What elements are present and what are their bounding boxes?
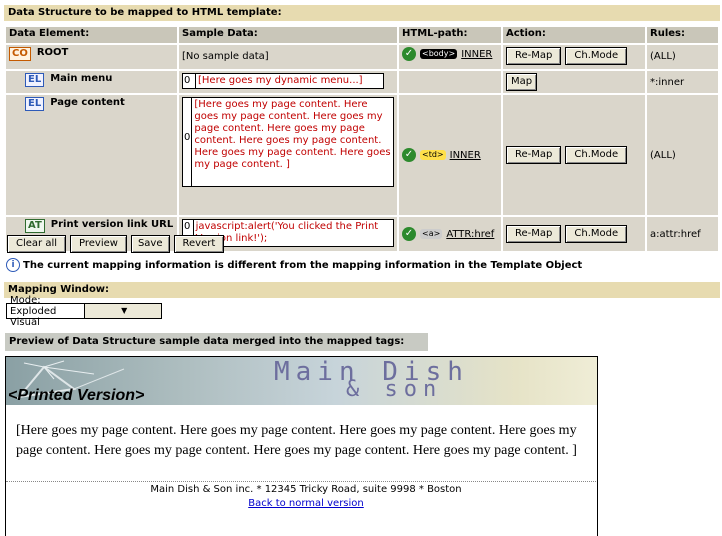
col-header-action: Action:	[503, 27, 645, 43]
action-button-row: Clear all Preview Save Revert	[7, 235, 225, 253]
clear-all-button[interactable]: Clear all	[7, 235, 67, 253]
col-header-sample: Sample Data:	[179, 27, 397, 43]
rules-cell: *:inner	[647, 71, 718, 93]
rules-text: (ALL)	[650, 51, 676, 62]
a-tag-icon: <a>	[420, 229, 443, 239]
sample-text: [Here goes my page content. Here goes my…	[194, 99, 391, 170]
action-cell: Re-Map Ch.Mode	[503, 45, 645, 69]
preview-body-text: [Here goes my page content. Here goes my…	[16, 423, 577, 458]
printed-version-heading: <Printed Version>	[8, 387, 145, 404]
element-name: ROOT	[36, 47, 69, 58]
change-mode-button[interactable]: Ch.Mode	[565, 225, 628, 243]
preview-banner: Main Dish & son <Printed Version>	[6, 357, 597, 405]
rules-cell: (ALL)	[647, 45, 718, 69]
path-cell	[399, 71, 501, 93]
sample-cell: 0 [Here goes my dynamic menu...]	[179, 71, 397, 93]
path-cell: ✓ <td> INNER	[399, 95, 501, 215]
element-name: Page content	[50, 97, 125, 108]
element-cell: CO ROOT	[6, 45, 177, 69]
back-to-normal-link[interactable]: Back to normal version	[248, 498, 364, 509]
preview-footer: Main Dish & Son inc. * 12345 Tricky Road…	[6, 481, 597, 497]
check-icon: ✓	[402, 227, 416, 241]
map-button[interactable]: Map	[506, 73, 538, 91]
info-text: The current mapping information is diffe…	[23, 259, 583, 271]
remap-button[interactable]: Re-Map	[506, 47, 562, 65]
save-button[interactable]: Save	[130, 235, 170, 253]
mapping-table: Data Element: Sample Data: HTML-path: Ac…	[4, 25, 720, 253]
container-badge-icon: CO	[9, 47, 31, 61]
change-mode-button[interactable]: Ch.Mode	[565, 146, 628, 164]
action-cell: Re-Map Ch.Mode	[503, 95, 645, 215]
sample-index: 0	[183, 98, 193, 186]
table-row: EL Page content 0 [Here goes my page conte…	[6, 95, 718, 215]
data-structure-header: Data Structure to be mapped to HTML temp…	[4, 5, 720, 21]
td-tag-icon: <td>	[420, 150, 446, 160]
table-header-row: Data Element: Sample Data: HTML-path: Ac…	[6, 27, 718, 43]
element-badge-icon: EL	[25, 97, 45, 111]
col-header-path: HTML-path:	[399, 27, 501, 43]
sample-text: [Here goes my dynamic menu...]	[198, 75, 363, 86]
sample-index: 0	[183, 74, 196, 88]
sample-text: [No sample data]	[182, 51, 269, 62]
preview-pane: Main Dish & son <Printed Version> [Here …	[5, 356, 598, 536]
change-mode-button[interactable]: Ch.Mode	[565, 47, 628, 65]
revert-button[interactable]: Revert	[173, 235, 225, 253]
preview-button[interactable]: Preview	[70, 235, 127, 253]
mode-select-value: Mode: Exploded Visual	[10, 294, 57, 328]
rules-cell: a:attr:href	[647, 217, 718, 251]
element-badge-icon: EL	[25, 73, 45, 87]
path-link[interactable]: ATTR:href	[446, 229, 494, 240]
chevron-down-icon: ▼	[83, 304, 161, 318]
remap-button[interactable]: Re-Map	[506, 225, 562, 243]
path-cell: ✓ <a> ATTR:href	[399, 217, 501, 251]
preview-header: Preview of Data Structure sample data me…	[5, 333, 428, 351]
check-icon: ✓	[402, 47, 416, 61]
table-row: EL Main menu 0 [Here goes my dynamic menu.…	[6, 71, 718, 93]
col-header-rules: Rules:	[647, 27, 718, 43]
sample-cell: [No sample data]	[179, 45, 397, 69]
action-cell: Re-Map Ch.Mode	[503, 217, 645, 251]
attribute-badge-icon: AT	[25, 219, 45, 233]
body-tag-icon: <body>	[420, 49, 458, 59]
info-icon: i	[6, 258, 20, 272]
element-name: Main menu	[50, 73, 113, 84]
path-link[interactable]: INNER	[450, 150, 481, 161]
element-cell: EL Page content	[6, 95, 177, 215]
table-row: CO ROOT [No sample data] ✓ <body> INNER Re-…	[6, 45, 718, 69]
rules-text: (ALL)	[650, 149, 676, 161]
path-link[interactable]: INNER	[461, 49, 492, 60]
remap-button[interactable]: Re-Map	[506, 146, 562, 164]
sample-cell: 0 [Here goes my page content. Here goes m…	[179, 95, 397, 215]
element-name: Print version link URL	[50, 219, 174, 230]
path-cell: ✓ <body> INNER	[399, 45, 501, 69]
col-header-element: Data Element:	[6, 27, 177, 43]
brand-subtitle: & son	[346, 377, 443, 402]
mapping-window-header: Mapping Window:	[4, 282, 720, 298]
rules-text: a:attr:href	[650, 228, 701, 240]
check-icon: ✓	[402, 148, 416, 162]
rules-cell: (ALL)	[647, 95, 718, 215]
rules-text: *:inner	[650, 77, 685, 88]
mode-select[interactable]: Mode: Exploded Visual ▼	[6, 295, 162, 328]
element-cell: EL Main menu	[6, 71, 177, 93]
back-link-wrap: Back to normal version	[6, 498, 597, 509]
info-message: i The current mapping information is dif…	[6, 258, 582, 272]
action-cell: Map	[503, 71, 645, 93]
